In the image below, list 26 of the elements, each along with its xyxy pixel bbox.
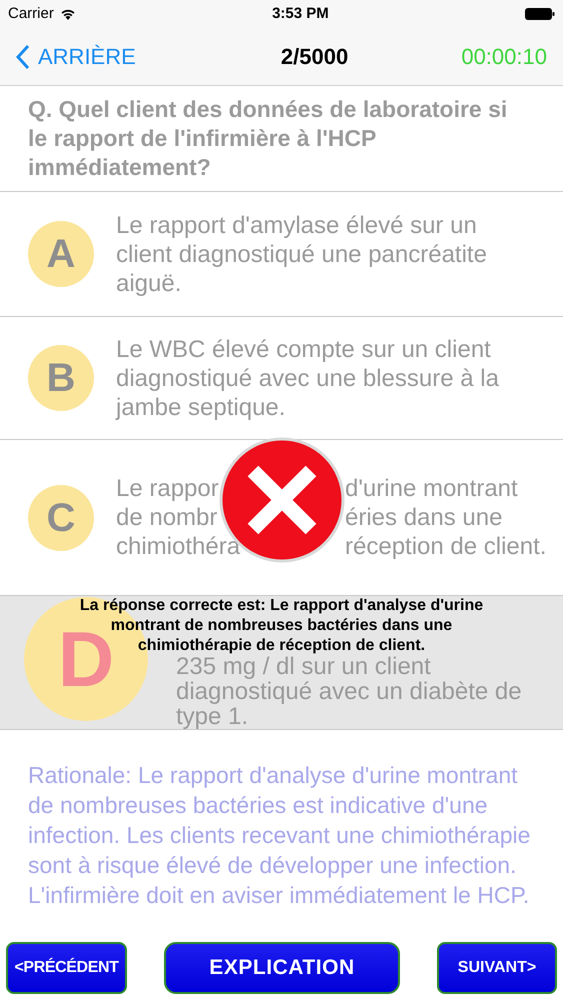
option-text: d'urine montrant bbox=[345, 474, 518, 503]
carrier-label: Carrier bbox=[8, 4, 54, 24]
option-letter: C bbox=[28, 484, 94, 550]
option-text: éries dans une bbox=[345, 503, 502, 532]
option-text: de nombr bbox=[116, 503, 218, 532]
option-text: réception de client. bbox=[345, 532, 546, 561]
option-text: chimiothéra bbox=[116, 532, 242, 561]
wifi-icon bbox=[60, 8, 76, 20]
question-text: Q. Quel client des données de laboratoire si le rapport de l'infirmière à l'HCP immédiatement? bbox=[28, 95, 508, 182]
option-text: Le rappor bbox=[116, 474, 220, 503]
rationale-text: Rationale: Le rapport d'analyse d'urine montrant de nombreuses bactéries est indicative d'une infection. Les clients recevant une chimiothérapie sont à risque élevé de développer une infection. L'infirmière doit en aviser immédiatement le HCP. bbox=[28, 761, 532, 910]
previous-button[interactable]: <PRÉCÉDENT bbox=[6, 942, 127, 994]
option-letter: A bbox=[28, 221, 94, 287]
battery-icon bbox=[524, 8, 555, 20]
option-letter: B bbox=[28, 345, 94, 411]
option-text: Le rapport d'amylase élevé sur un client diagnostiqué une pancréatite aiguë. bbox=[116, 210, 488, 298]
status-time: 3:53 PM bbox=[272, 4, 329, 24]
explanation-button[interactable]: EXPLICATION bbox=[164, 942, 400, 994]
chevron-left-icon bbox=[16, 44, 30, 70]
answer-option[interactable] bbox=[0, 596, 563, 730]
back-button[interactable]: ARRIÈRE bbox=[16, 40, 136, 73]
timer: 00:00:10 bbox=[461, 43, 547, 71]
option-text: 235 mg / dl sur un client diagnostiqué avec un diabète de type 1. bbox=[176, 654, 523, 729]
next-button[interactable]: SUIVANT> bbox=[437, 942, 557, 994]
option-text: Le WBC élevé compte sur un client diagnostiqué avec une blessure à la jambe septique. bbox=[116, 334, 500, 422]
question-counter: 2/5000 bbox=[280, 43, 348, 71]
